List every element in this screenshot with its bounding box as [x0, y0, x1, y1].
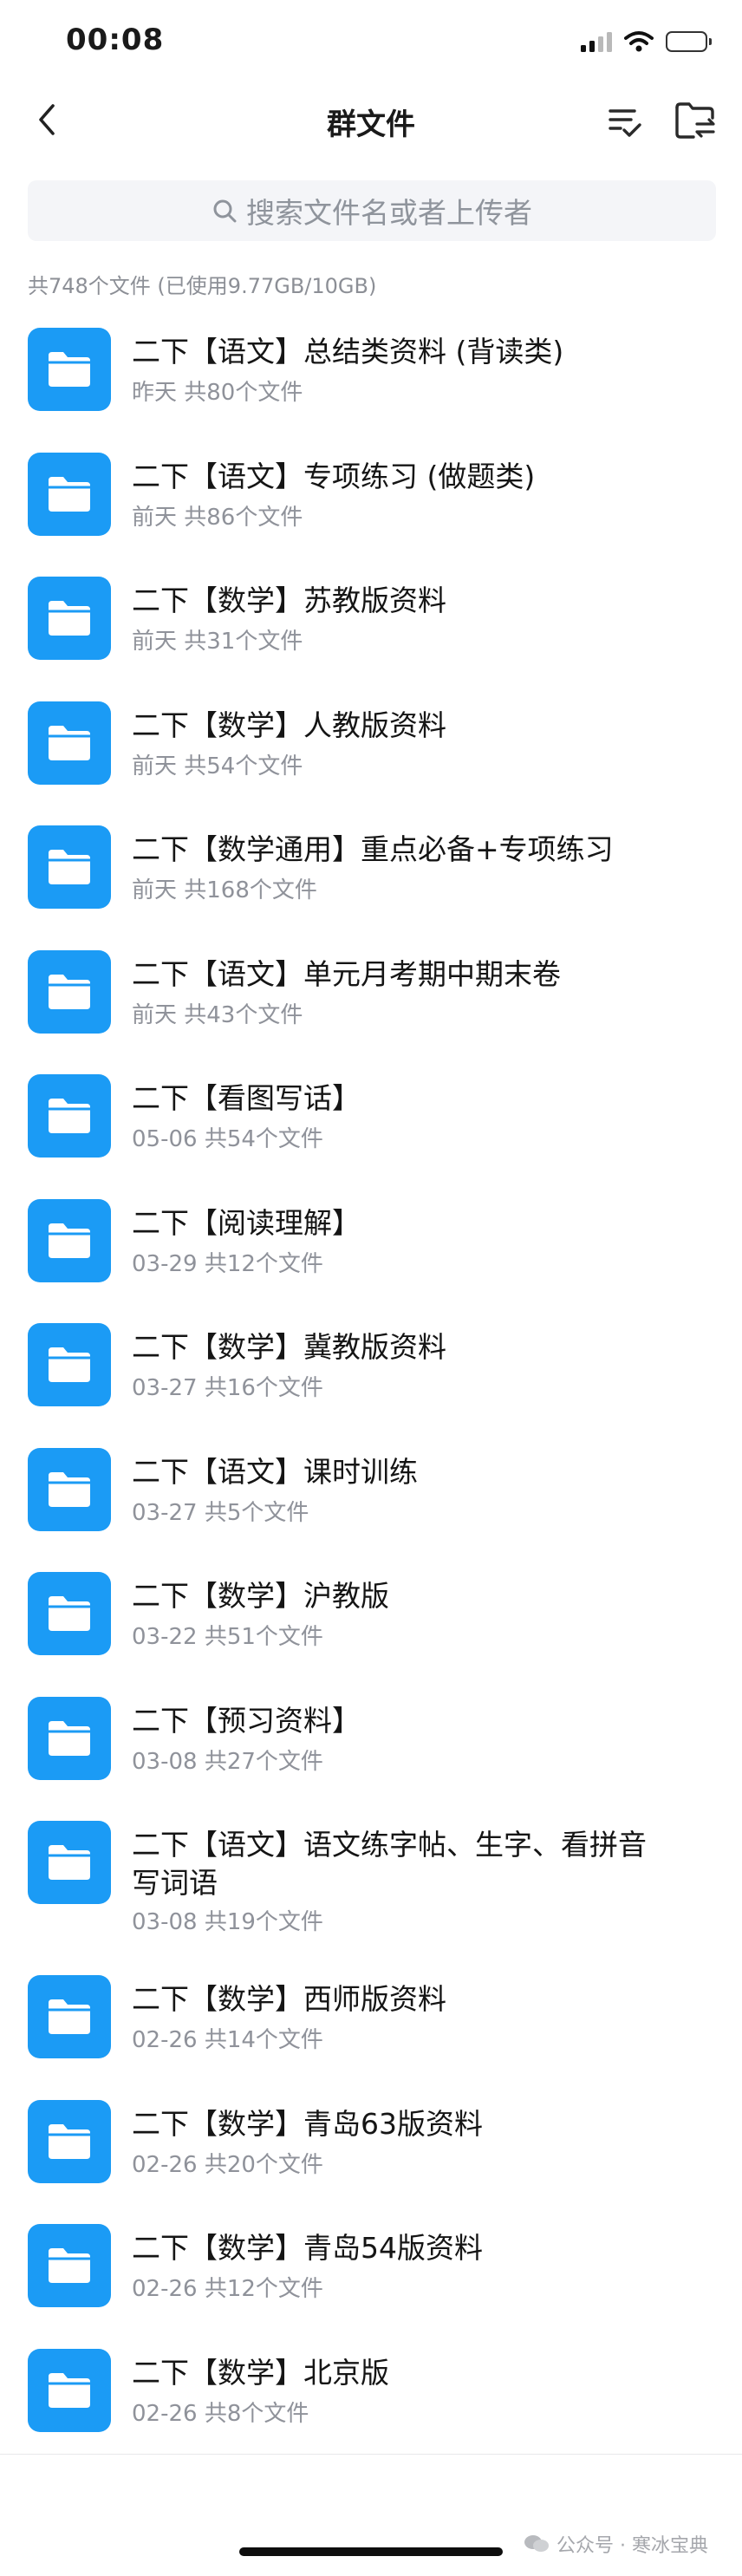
- battery-icon: [666, 31, 712, 52]
- folder-icon: [28, 452, 111, 536]
- file-folder-item[interactable]: 二下【数学】苏教版资料前天 共31个文件: [0, 561, 742, 686]
- folder-icon: [28, 1572, 111, 1655]
- status-icons: [581, 28, 712, 55]
- search-input[interactable]: 搜索文件名或者上传者: [28, 180, 716, 241]
- folder-name: 二下【语文】专项练习 (做题类): [132, 459, 536, 493]
- folder-name: 二下【数学】沪教版: [132, 1579, 389, 1613]
- sort-icon: [609, 109, 641, 137]
- storage-summary: 共748个文件 (已使用9.77GB/10GB): [28, 274, 377, 298]
- folder-icon: [28, 2224, 111, 2307]
- file-folder-item[interactable]: 二下【阅读理解】 03-29 共12个文件: [0, 1184, 742, 1308]
- divider: [0, 2454, 742, 2455]
- folder-icon: [28, 1447, 111, 1531]
- folder-name: 二下【数学】西师版资料: [132, 1982, 446, 2016]
- folder-switch-button[interactable]: [673, 99, 718, 142]
- folder-icon: [28, 1323, 111, 1406]
- folder-name: 二下【语文】单元月考期中期末卷: [132, 956, 561, 991]
- folder-icon: [28, 1074, 111, 1158]
- back-arrow-icon: [39, 104, 55, 135]
- folder-icon: [28, 1696, 111, 1780]
- watermark-text: 公众号 · 寒冰宝典: [556, 2535, 708, 2557]
- folder-icon: [28, 1821, 111, 1904]
- folder-meta: 前天 共31个文件: [132, 629, 303, 655]
- file-folder-item[interactable]: 二下【语文】总结类资料 (背读类) 昨天 共80个文件: [0, 312, 742, 437]
- folder-name: 二下【预习资料】: [132, 1703, 361, 1738]
- file-folder-item[interactable]: 二下【语文】语文练字帖、生字、看拼音写词语 03-08 共19个文件: [0, 1805, 742, 1960]
- file-folder-item[interactable]: 二下【看图写话】 05-06 共54个文件: [0, 1059, 742, 1184]
- file-folder-item[interactable]: 二下【数学】青岛54版资料 02-26 共12个文件: [0, 2208, 742, 2333]
- folder-icon: [28, 825, 111, 909]
- folder-name: 二下【数学】冀教版资料: [132, 1330, 446, 1364]
- folder-meta: 03-29 共12个文件: [132, 1250, 323, 1277]
- status-bar: 00:08: [0, 0, 742, 83]
- wechat-icon: [524, 2535, 549, 2552]
- sort-button[interactable]: [603, 101, 645, 142]
- search-icon: [213, 199, 237, 223]
- back-button[interactable]: [23, 95, 71, 144]
- folder-name: 二下【数学】人教版资料: [132, 708, 446, 742]
- folder-meta: 02-26 共20个文件: [132, 2151, 323, 2178]
- folder-meta: 03-08 共19个文件: [132, 1909, 323, 1935]
- folder-name: 二下【数学通用】重点必备+专项练习: [132, 832, 614, 866]
- folder-meta: 03-27 共16个文件: [132, 1375, 323, 1401]
- file-folder-item[interactable]: 二下【数学】人教版资料前天 共54个文件: [0, 686, 742, 811]
- folder-meta: 02-26 共14个文件: [132, 2027, 323, 2053]
- folder-icon: [28, 2099, 111, 2183]
- folder-meta: 前天 共43个文件: [132, 1001, 303, 1028]
- status-time: 00:08: [66, 23, 165, 57]
- file-folder-item[interactable]: 二下【数学通用】重点必备+专项练习前天 共168个文件: [0, 810, 742, 935]
- folder-meta: 05-06 共54个文件: [132, 1126, 323, 1152]
- folder-name: 二下【语文】语文练字帖、生字、看拼音写词语: [132, 1828, 647, 1900]
- file-folder-item[interactable]: 二下【数学】北京版 02-26 共8个文件: [0, 2333, 742, 2458]
- file-folder-item[interactable]: 二下【语文】课时训练 03-27 共5个文件: [0, 1432, 742, 1557]
- folder-meta: 昨天 共80个文件: [132, 380, 303, 406]
- folder-meta: 03-08 共27个文件: [132, 1748, 323, 1775]
- nav-bar: 群文件: [0, 83, 742, 156]
- folder-meta: 03-27 共5个文件: [132, 1499, 309, 1526]
- wifi-icon: [624, 31, 654, 52]
- folder-meta: 前天 共54个文件: [132, 753, 303, 779]
- folder-icon: [28, 949, 111, 1034]
- folder-icon: [28, 1975, 111, 2058]
- file-folder-item[interactable]: 二下【数学】西师版资料 02-26 共14个文件: [0, 1960, 742, 2084]
- file-list: 二下【语文】总结类资料 (背读类) 昨天 共80个文件二下【语文】专项练习 (做题…: [0, 312, 742, 2457]
- folder-name: 二下【看图写话】: [132, 1081, 361, 1115]
- folder-name: 二下【数学】苏教版资料: [132, 584, 446, 617]
- file-folder-item[interactable]: 二下【语文】专项练习 (做题类) 前天 共86个文件: [0, 437, 742, 562]
- folder-icon: [28, 2348, 111, 2432]
- folder-switch-icon: [675, 102, 715, 139]
- folder-meta: 前天 共86个文件: [132, 504, 303, 531]
- folder-icon: [28, 1198, 111, 1282]
- folder-meta: 02-26 共8个文件: [132, 2400, 309, 2427]
- search-placeholder: 搜索文件名或者上传者: [246, 196, 532, 230]
- folder-name: 二下【数学】北京版: [132, 2355, 389, 2390]
- signal-icon: [581, 31, 612, 52]
- folder-name: 二下【语文】总结类资料 (背读类): [132, 335, 564, 368]
- folder-name: 二下【数学】青岛63版资料: [132, 2106, 483, 2141]
- folder-meta: 前天 共168个文件: [132, 877, 317, 903]
- folder-name: 二下【阅读理解】: [132, 1205, 361, 1240]
- folder-icon: [28, 328, 111, 411]
- folder-icon: [28, 701, 111, 785]
- folder-meta: 03-22 共51个文件: [132, 1624, 323, 1650]
- folder-meta: 02-26 共12个文件: [132, 2276, 323, 2302]
- file-folder-item[interactable]: 二下【预习资料】 03-08 共27个文件: [0, 1681, 742, 1806]
- file-folder-item[interactable]: 二下【数学】冀教版资料 03-27 共16个文件: [0, 1308, 742, 1432]
- file-folder-item[interactable]: 二下【数学】沪教版 03-22 共51个文件: [0, 1556, 742, 1681]
- folder-icon: [28, 577, 111, 660]
- folder-name: 二下【数学】青岛54版资料: [132, 2231, 483, 2265]
- folder-name: 二下【语文】课时训练: [132, 1454, 418, 1489]
- file-folder-item[interactable]: 二下【语文】单元月考期中期末卷前天 共43个文件: [0, 935, 742, 1060]
- home-indicator[interactable]: [239, 2547, 503, 2556]
- watermark: 公众号 · 寒冰宝典: [524, 2530, 708, 2558]
- file-folder-item[interactable]: 二下【数学】青岛63版资料 02-26 共20个文件: [0, 2084, 742, 2209]
